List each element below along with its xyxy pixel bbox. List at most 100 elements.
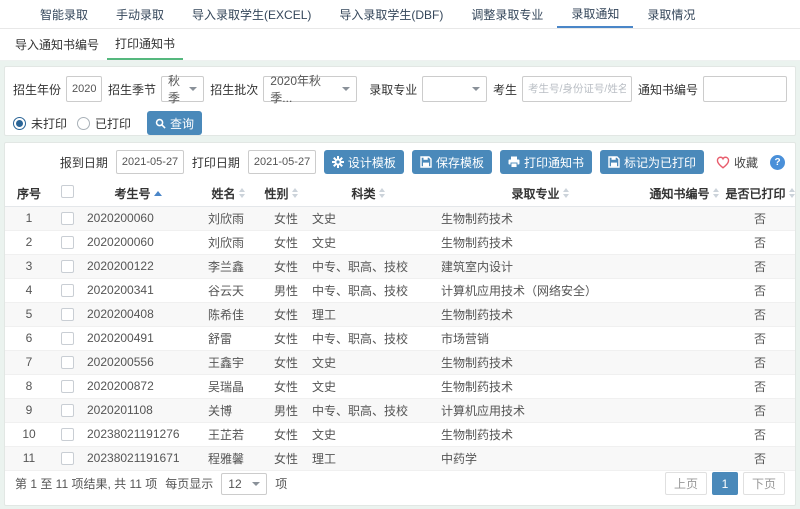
favorite-label: 收藏 [734, 154, 758, 171]
row-checkbox[interactable] [61, 212, 74, 225]
column-header[interactable]: 姓名 [195, 181, 261, 206]
column-label: 录取专业 [511, 185, 559, 202]
sort-icon [239, 188, 245, 198]
prev-page-button[interactable]: 上页 [665, 472, 707, 495]
year-input[interactable] [66, 76, 102, 102]
row-checkbox-cell [53, 254, 81, 278]
sort-icon [789, 188, 795, 198]
printed-cell: 否 [723, 302, 796, 326]
row-checkbox[interactable] [61, 236, 74, 249]
gender-cell: 女性 [261, 350, 301, 374]
major-cell: 生物制药技术 [435, 422, 645, 446]
column-header[interactable]: 通知书编号 [645, 181, 723, 206]
sort-icon [292, 188, 298, 198]
nav-tab-1[interactable]: 智能录取 [26, 0, 102, 28]
category-cell: 理工 [301, 446, 435, 470]
major-select[interactable] [422, 76, 487, 102]
season-select[interactable]: 秋季 [161, 76, 204, 102]
table-row: 1120238021191671程雅馨女性理工中药学否 [5, 446, 796, 470]
radio-printed[interactable] [77, 117, 90, 130]
name-cell: 谷云天 [195, 278, 261, 302]
print-notice-label: 打印通知书 [524, 154, 584, 171]
row-checkbox-cell [53, 278, 81, 302]
column-header[interactable]: 考生号 [81, 181, 195, 206]
candidate-id-cell: 2020200341 [81, 278, 195, 302]
notice-no-cell [645, 398, 723, 422]
nav-tab-4[interactable]: 导入录取学生(DBF) [325, 0, 457, 28]
major-cell: 中药学 [435, 446, 645, 470]
batch-select[interactable]: 2020年秋季... [263, 76, 357, 102]
notice-no-cell [645, 350, 723, 374]
row-checkbox[interactable] [61, 260, 74, 273]
row-checkbox[interactable] [61, 356, 74, 369]
favorite-button[interactable]: 收藏 [716, 154, 758, 171]
nav-tab-2[interactable]: 手动录取 [102, 0, 178, 28]
column-header[interactable]: 录取专业 [435, 181, 645, 206]
print-date-input[interactable] [248, 150, 316, 174]
printed-cell: 否 [723, 254, 796, 278]
search-button[interactable]: 查询 [147, 111, 202, 135]
gender-cell: 女性 [261, 446, 301, 470]
row-checkbox[interactable] [61, 308, 74, 321]
major-cell: 生物制药技术 [435, 206, 645, 230]
chevron-down-icon [189, 87, 197, 91]
candidate-input[interactable] [522, 76, 632, 102]
save-template-button[interactable]: 保存模板 [412, 150, 492, 174]
name-cell: 刘欣雨 [195, 230, 261, 254]
major-cell: 生物制药技术 [435, 302, 645, 326]
search-button-label: 查询 [170, 115, 194, 132]
category-cell: 中专、职高、技校 [301, 278, 435, 302]
radio-unprinted[interactable] [13, 117, 26, 130]
notice-no-cell [645, 374, 723, 398]
help-icon[interactable]: ? [770, 155, 785, 170]
design-template-button[interactable]: 设计模板 [324, 150, 404, 174]
mark-printed-button[interactable]: 标记为已打印 [600, 150, 704, 174]
row-checkbox[interactable] [61, 332, 74, 345]
gender-cell: 女性 [261, 374, 301, 398]
select-all-checkbox[interactable] [61, 185, 74, 198]
results-summary: 第 1 至 11 项结果, 共 11 项 [15, 475, 157, 492]
per-page-select[interactable]: 12 [221, 473, 267, 495]
column-header[interactable]: 是否已打印 [723, 181, 796, 206]
gender-cell: 女性 [261, 230, 301, 254]
report-date-input[interactable] [116, 150, 184, 174]
row-checkbox[interactable] [61, 404, 74, 417]
row-index-cell: 1 [5, 206, 53, 230]
table-row: 1020238021191276王芷若女性文史生物制药技术否 [5, 422, 796, 446]
column-label: 通知书编号 [649, 185, 709, 202]
sub-tab-1[interactable]: 导入通知书编号 [7, 29, 107, 60]
row-index-cell: 6 [5, 326, 53, 350]
nav-tab-3[interactable]: 导入录取学生(EXCEL) [178, 0, 325, 28]
print-notice-button[interactable]: 打印通知书 [500, 150, 592, 174]
printed-cell: 否 [723, 278, 796, 302]
row-checkbox[interactable] [61, 428, 74, 441]
admissions-table: 序号考生号姓名性别科类录取专业通知书编号是否已打印 12020200060刘欣雨… [5, 181, 796, 471]
row-checkbox[interactable] [61, 452, 74, 465]
major-cell: 建筑室内设计 [435, 254, 645, 278]
major-cell: 计算机应用技术 [435, 398, 645, 422]
major-cell: 计算机应用技术（网络安全） [435, 278, 645, 302]
nav-tab-6[interactable]: 录取通知 [557, 0, 633, 28]
nav-tab-7[interactable]: 录取情况 [633, 0, 709, 28]
row-checkbox-cell [53, 302, 81, 326]
print-date-label: 打印日期 [192, 154, 240, 171]
row-index-cell: 4 [5, 278, 53, 302]
per-page-value: 12 [228, 477, 241, 491]
column-header[interactable]: 科类 [301, 181, 435, 206]
major-label: 录取专业 [369, 81, 417, 98]
candidate-id-cell: 2020200060 [81, 230, 195, 254]
page-1-button[interactable]: 1 [712, 472, 738, 495]
column-header[interactable]: 性别 [261, 181, 301, 206]
next-page-button[interactable]: 下页 [743, 472, 785, 495]
row-checkbox[interactable] [61, 380, 74, 393]
notice-no-input[interactable] [703, 76, 787, 102]
row-checkbox[interactable] [61, 284, 74, 297]
nav-tab-5[interactable]: 调整录取专业 [457, 0, 557, 28]
row-index-cell: 3 [5, 254, 53, 278]
sub-tab-2[interactable]: 打印通知书 [107, 29, 183, 60]
candidate-label: 考生 [493, 81, 517, 98]
column-header [53, 181, 81, 206]
filter-row-2: 未打印 已打印 查询 [13, 111, 787, 135]
name-cell: 程雅馨 [195, 446, 261, 470]
table-row: 42020200341谷云天男性中专、职高、技校计算机应用技术（网络安全）否 [5, 278, 796, 302]
